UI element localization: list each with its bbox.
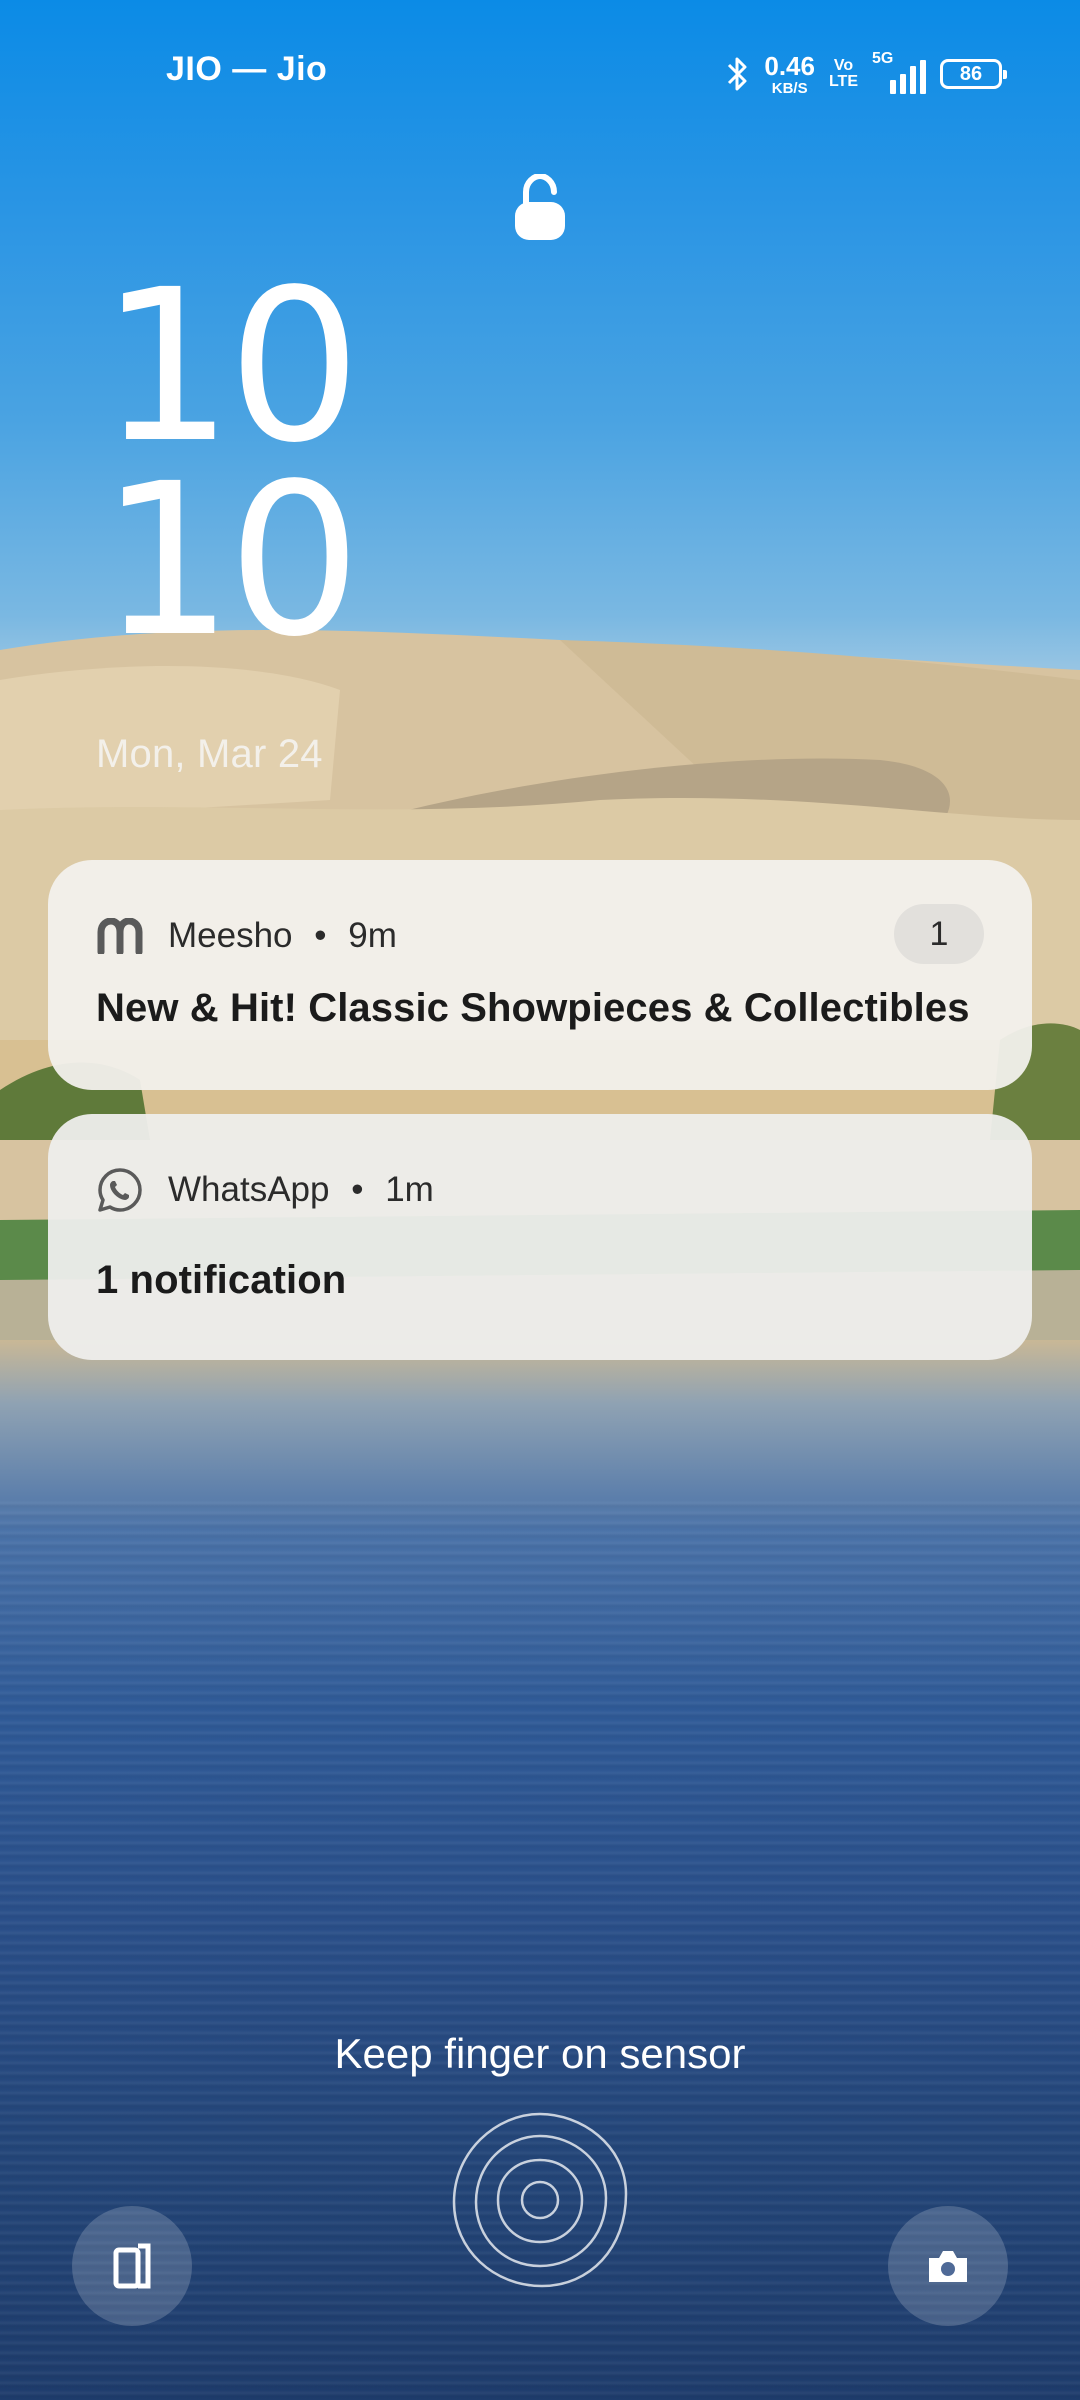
lockscreen-date: Mon, Mar 24 — [96, 732, 323, 776]
network-speed-unit: KB/S — [771, 79, 808, 97]
notification-separator: • — [351, 1170, 364, 1209]
lockscreen-clock: 10 10 — [100, 244, 361, 683]
notification-app-name: Meesho — [168, 916, 293, 955]
notification-time: 9m — [348, 916, 397, 955]
whatsapp-icon — [96, 1166, 144, 1214]
notification-text: 1 notification — [96, 1258, 347, 1302]
network-type: 5G — [872, 50, 894, 67]
signal-bar — [920, 60, 926, 94]
network-speed-value: 0.46 — [764, 50, 815, 81]
lock-screen: JIO — Jio 0.46 KB/S Vo LTE 5G 86 10 10 M… — [0, 0, 1080, 2400]
signal-bar — [890, 80, 896, 94]
notification-count-badge[interactable]: 1 — [894, 904, 984, 964]
notification-time: 1m — [385, 1170, 434, 1209]
notification-meesho[interactable]: Meesho • 9m 1 New & Hit! Classic Showpie… — [48, 860, 1032, 1090]
signal-icon: 5G — [872, 50, 926, 94]
clock-hours: 10 — [100, 244, 361, 489]
signal-bar — [910, 66, 916, 94]
notification-header: Meesho • 9m — [96, 912, 397, 960]
wallet-icon — [113, 2243, 151, 2289]
clock-minutes: 10 — [100, 438, 361, 683]
network-speed: 0.46 KB/S — [764, 53, 815, 96]
camera-icon — [929, 2251, 967, 2282]
status-bar: JIO — Jio 0.46 KB/S Vo LTE 5G 86 — [0, 40, 1080, 110]
volte-top: Vo — [833, 57, 854, 74]
notification-whatsapp[interactable]: WhatsApp • 1m 1 notification — [48, 1114, 1032, 1360]
camera-shortcut-button[interactable] — [888, 2206, 1008, 2326]
wallet-shortcut-button[interactable] — [72, 2206, 192, 2326]
notification-app-name: WhatsApp — [168, 1170, 330, 1209]
volte-bottom: LTE — [828, 73, 858, 90]
battery-icon: 86 — [940, 59, 1007, 89]
carrier-name: JIO — Jio — [166, 50, 328, 88]
meesho-icon — [96, 912, 144, 960]
signal-bar — [900, 74, 906, 94]
lock-icon — [515, 174, 565, 240]
fingerprint-hint: Keep finger on sensor — [334, 2030, 746, 2077]
fingerprint-icon[interactable] — [450, 2110, 630, 2290]
volte-indicator: Vo LTE — [829, 58, 858, 90]
status-icons: 0.46 KB/S Vo LTE 5G 86 — [724, 46, 1007, 102]
notification-separator: • — [314, 916, 327, 955]
battery-level: 86 — [959, 62, 983, 85]
notification-header: WhatsApp • 1m — [96, 1166, 434, 1214]
notification-text: New & Hit! Classic Showpieces & Collecti… — [96, 986, 970, 1030]
bluetooth-icon — [728, 57, 747, 91]
